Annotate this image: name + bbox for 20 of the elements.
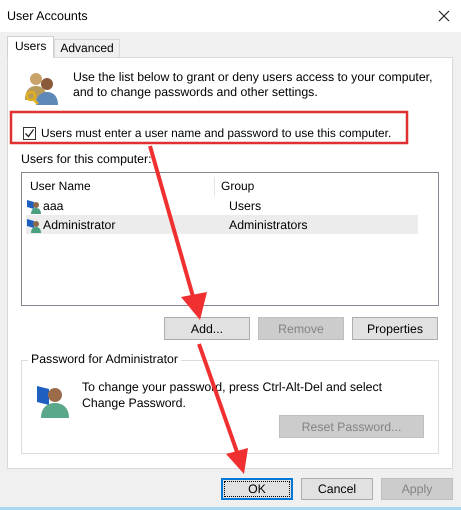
dialog-button[interactable]: Cancel (301, 478, 373, 500)
column-header[interactable]: Group (215, 177, 418, 196)
table-row[interactable]: Administrator Administrators (26, 215, 418, 234)
table-row[interactable]: aaa Users (26, 196, 418, 215)
users-list[interactable]: User Name Group aaa Users Administrator Administrators (21, 172, 439, 306)
list-button[interactable]: Add... (164, 317, 250, 340)
group-title: Password for Administrator (28, 352, 181, 366)
table-cell: aaa (43, 198, 64, 212)
dialog-button[interactable]: OK (221, 478, 293, 500)
table-cell-text: Users (228, 198, 262, 212)
table-cell: Administrator (43, 218, 116, 232)
description-text: Use the list below to grant or deny users access to your computer, and to change passwords and other settings. (73, 70, 433, 101)
users-list-label: Users for this computer: (21, 152, 152, 166)
tab[interactable]: Users (7, 36, 54, 58)
table-cell-text: Administrators (228, 218, 309, 232)
column-header[interactable]: User Name (22, 177, 215, 196)
list-button[interactable]: Properties (352, 317, 438, 340)
tab[interactable]: Advanced (54, 39, 120, 57)
checkbox-label: Users must enter a user name and password to use this computer. (41, 126, 392, 140)
window-title: User Accounts (7, 9, 88, 23)
